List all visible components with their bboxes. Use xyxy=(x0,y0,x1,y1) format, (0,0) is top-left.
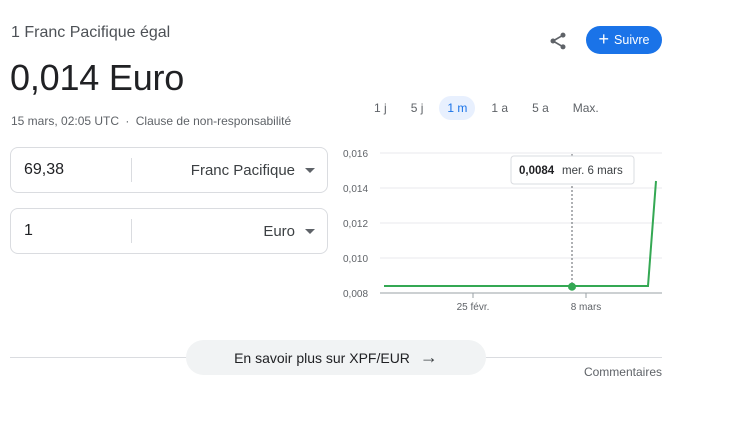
caret-down-icon xyxy=(305,228,315,234)
range-tab-1m[interactable]: 1 m xyxy=(439,96,476,120)
range-tab-1j[interactable]: 1 j xyxy=(366,96,395,120)
to-amount-input[interactable] xyxy=(11,222,131,240)
separator: · xyxy=(125,114,130,128)
learn-more-label: En savoir plus sur XPF/EUR xyxy=(234,349,410,366)
to-currency-row: Euro xyxy=(10,208,328,254)
range-tab-5j[interactable]: 5 j xyxy=(403,96,432,120)
range-tab-1a[interactable]: 1 a xyxy=(483,96,516,120)
y-tick-label: 0,010 xyxy=(343,254,368,265)
from-currency-row: Franc Pacifique xyxy=(10,147,328,193)
disclaimer-link[interactable]: Clause de non-responsabilité xyxy=(136,114,291,128)
x-tick-label: 8 mars xyxy=(571,302,602,313)
x-tick-labels: 25 févr. 8 mars xyxy=(457,293,602,313)
tooltip-value: 0,0084 xyxy=(519,165,555,177)
x-tick-label: 25 févr. xyxy=(457,302,490,313)
range-tab-5a[interactable]: 5 a xyxy=(524,96,557,120)
to-currency-select[interactable]: Euro xyxy=(132,223,327,240)
conversion-rate: 0,014 Euro xyxy=(10,57,185,98)
arrow-right-icon: → xyxy=(419,347,438,367)
range-tabs: 1 j 5 j 1 m 1 a 5 a Max. xyxy=(366,96,615,120)
timestamp: 15 mars, 02:05 UTC xyxy=(11,114,120,128)
y-tick-label: 0,012 xyxy=(343,219,368,230)
hover-tooltip: 0,0084 mer. 6 mars xyxy=(510,155,635,185)
comments-link[interactable]: Commentaires xyxy=(584,365,662,379)
tooltip-date: mer. 6 mars xyxy=(562,165,623,177)
from-amount-input[interactable] xyxy=(11,161,131,179)
range-tab-max[interactable]: Max. xyxy=(565,96,607,120)
series-line xyxy=(384,180,657,287)
learn-more-button[interactable]: En savoir plus sur XPF/EUR → xyxy=(186,340,486,375)
y-tick-label: 0,014 xyxy=(343,184,368,195)
y-tick-labels: 0,016 0,014 0,012 0,010 0,008 xyxy=(343,149,368,300)
conversion-subtitle: 1 Franc Pacifique égal xyxy=(11,24,171,41)
from-currency-label: Franc Pacifique xyxy=(190,161,295,179)
exchange-rate-chart[interactable]: 0,016 0,014 0,012 0,010 0,008 25 févr. 8… xyxy=(340,140,670,320)
y-tick-label: 0,016 xyxy=(343,149,368,160)
share-button[interactable] xyxy=(545,28,571,54)
from-currency-select[interactable]: Franc Pacifique xyxy=(132,162,327,179)
share-icon xyxy=(550,32,566,50)
follow-label: Suivre xyxy=(614,33,650,47)
to-currency-label: Euro xyxy=(263,222,295,240)
y-tick-label: 0,008 xyxy=(343,289,368,300)
timestamp-line: 15 mars, 02:05 UTC · Clause de non-respo… xyxy=(11,114,291,128)
follow-button[interactable]: + Suivre xyxy=(586,26,662,54)
caret-down-icon xyxy=(305,167,315,173)
hover-point xyxy=(568,282,576,291)
plus-icon: + xyxy=(598,29,610,49)
